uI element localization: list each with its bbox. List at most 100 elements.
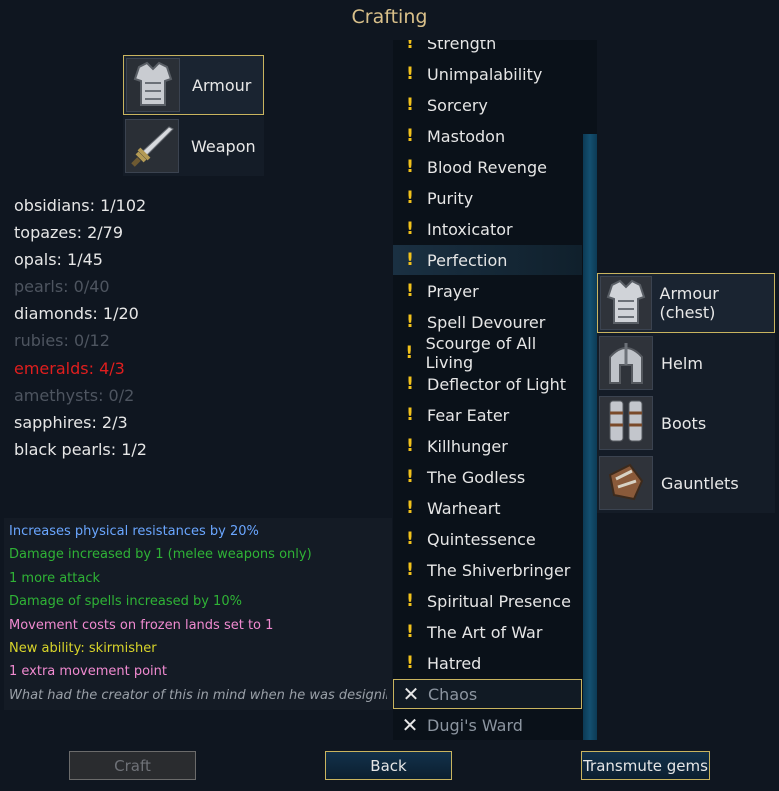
exclamation-icon: ! (406, 157, 414, 177)
recipe-label: Strength (427, 40, 497, 53)
effect-line: Increases physical resistances by 20% (9, 524, 259, 539)
recipe-label: Intoxicator (427, 219, 513, 239)
recipe-item[interactable]: ! Quintessence (393, 524, 582, 554)
transmute-gems-button[interactable]: Transmute gems (581, 751, 710, 780)
recipe-label: Sorcery (427, 95, 488, 115)
recipe-item[interactable]: ! Intoxicator (393, 214, 582, 244)
recipe-label: Blood Revenge (427, 157, 547, 177)
recipe-label: Perfection (427, 250, 508, 270)
recipe-item[interactable]: ✕ Chaos (393, 679, 582, 709)
effect-line: 1 more attack (9, 570, 101, 586)
recipe-label: Mastodon (427, 126, 506, 146)
exclamation-icon: ! (406, 126, 414, 146)
recipe-label: The Art of War (427, 622, 543, 642)
exclamation-icon: ! (406, 560, 414, 580)
recipe-item[interactable]: ! Deflector of Light (393, 369, 582, 399)
effect-line: Movement costs on frozen lands set to 1 (9, 617, 274, 633)
recipe-label: The Shiverbringer (427, 560, 571, 580)
slot-label: Armour (chest) (659, 284, 719, 322)
gem-count: sapphires: 2/3 (14, 412, 128, 432)
recipe-item[interactable]: ! Fear Eater (393, 400, 582, 430)
recipe-label: Deflector of Light (427, 374, 567, 394)
recipe-label: Hatred (427, 653, 482, 673)
gem-count: pearls: 0/40 (14, 277, 110, 297)
exclamation-icon: ! (406, 498, 414, 518)
recipe-label: Dugi's Ward (427, 715, 523, 735)
recipe-item[interactable]: ! Blood Revenge (393, 152, 582, 182)
exclamation-icon: ! (406, 312, 414, 332)
gem-count: emeralds: 4/3 (14, 358, 125, 378)
gem-count: topazes: 2/79 (14, 223, 124, 243)
flavor-text: What had the creator of this in mind whe… (9, 687, 387, 703)
item-type-weapon[interactable]: Weapon (123, 116, 264, 176)
exclamation-icon: ! (405, 343, 414, 363)
exclamation-icon: ! (406, 653, 414, 673)
item-type-label: Armour (192, 75, 252, 95)
gem-count: diamonds: 1/20 (14, 304, 139, 324)
slot-label: Boots (661, 413, 707, 433)
exclamation-icon: ! (406, 622, 414, 642)
item-type-label: Weapon (191, 136, 256, 156)
gauntlets-icon (599, 456, 653, 510)
page-title: Crafting (351, 6, 428, 28)
effect-line: New ability: skirmisher (9, 640, 157, 656)
recipe-item[interactable]: ! Mastodon (393, 121, 582, 151)
effect-line: Damage increased by 1 (melee weapons onl… (9, 547, 312, 563)
recipe-item[interactable]: ! Spiritual Presence (393, 586, 582, 616)
recipe-label: Fear Eater (427, 405, 510, 425)
recipe-item[interactable]: ! Prayer (393, 276, 582, 306)
recipe-label: Prayer (427, 281, 479, 301)
slot-helm[interactable]: Helm (597, 333, 775, 393)
recipe-item[interactable]: ! The Art of War (393, 617, 582, 647)
recipe-item[interactable]: ! Perfection (393, 245, 582, 275)
gem-requirements: obsidians: 1/102 topazes: 2/79 opals: 1/… (14, 195, 147, 466)
exclamation-icon: ! (406, 591, 414, 611)
recipe-label: Purity (427, 188, 474, 208)
recipe-scrollbar[interactable] (583, 134, 597, 740)
recipe-item[interactable]: ! Unimpalability (393, 59, 582, 89)
exclamation-icon: ! (406, 64, 414, 84)
recipe-label: Chaos (428, 684, 478, 704)
helm-icon (599, 336, 653, 390)
recipe-item[interactable]: ! The Shiverbringer (393, 555, 582, 585)
recipe-item[interactable]: ! Strength (393, 40, 582, 58)
exclamation-icon: ! (406, 219, 414, 239)
recipe-label: Unimpalability (427, 64, 543, 84)
recipe-item[interactable]: ! The Godless (393, 462, 582, 492)
recipe-label: The Godless (427, 467, 526, 487)
exclamation-icon: ! (406, 467, 414, 487)
item-type-armour[interactable]: Armour (123, 55, 264, 115)
recipe-item[interactable]: ! Killhunger (393, 431, 582, 461)
craft-button[interactable]: Craft (69, 751, 196, 780)
slot-gauntlets[interactable]: Gauntlets (597, 453, 775, 513)
slot-label: Gauntlets (661, 473, 739, 493)
exclamation-icon: ! (406, 250, 414, 270)
recipe-label: Scourge of All Living (425, 334, 537, 372)
back-button[interactable]: Back (325, 751, 452, 780)
slot-boots[interactable]: Boots (597, 393, 775, 453)
gem-count: opals: 1/45 (14, 250, 103, 270)
exclamation-icon: ! (406, 40, 414, 53)
effect-line: Damage of spells increased by 10% (9, 594, 242, 610)
gem-count: amethysts: 0/2 (14, 385, 135, 405)
cross-icon: ✕ (401, 713, 419, 737)
effect-line: 1 extra movement point (9, 664, 167, 680)
recipe-list[interactable]: ! Strength! Unimpalability! Sorcery! Mastodo… (393, 40, 597, 740)
gem-count: rubies: 0/12 (14, 331, 110, 351)
recipe-item[interactable]: ✕ Dugi's Ward (393, 710, 582, 740)
recipe-item[interactable]: ! Hatred (393, 648, 582, 678)
recipe-item[interactable]: ! Scourge of All Living (393, 334, 582, 372)
slot-armour-chest[interactable]: Armour (chest) (597, 273, 775, 333)
recipe-item[interactable]: ! Sorcery (393, 90, 582, 120)
recipe-item[interactable]: ! Spell Devourer (393, 307, 582, 337)
armour-icon (126, 58, 180, 112)
recipe-item[interactable]: ! Purity (393, 183, 582, 213)
exclamation-icon: ! (406, 281, 414, 301)
slot-label: Helm (661, 353, 703, 373)
chest-armour-icon (600, 276, 652, 330)
gem-count: black pearls: 1/2 (14, 439, 147, 459)
recipe-item[interactable]: ! Warheart (393, 493, 582, 523)
gem-count: obsidians: 1/102 (14, 196, 147, 215)
sword-icon (125, 119, 179, 173)
exclamation-icon: ! (406, 405, 414, 425)
